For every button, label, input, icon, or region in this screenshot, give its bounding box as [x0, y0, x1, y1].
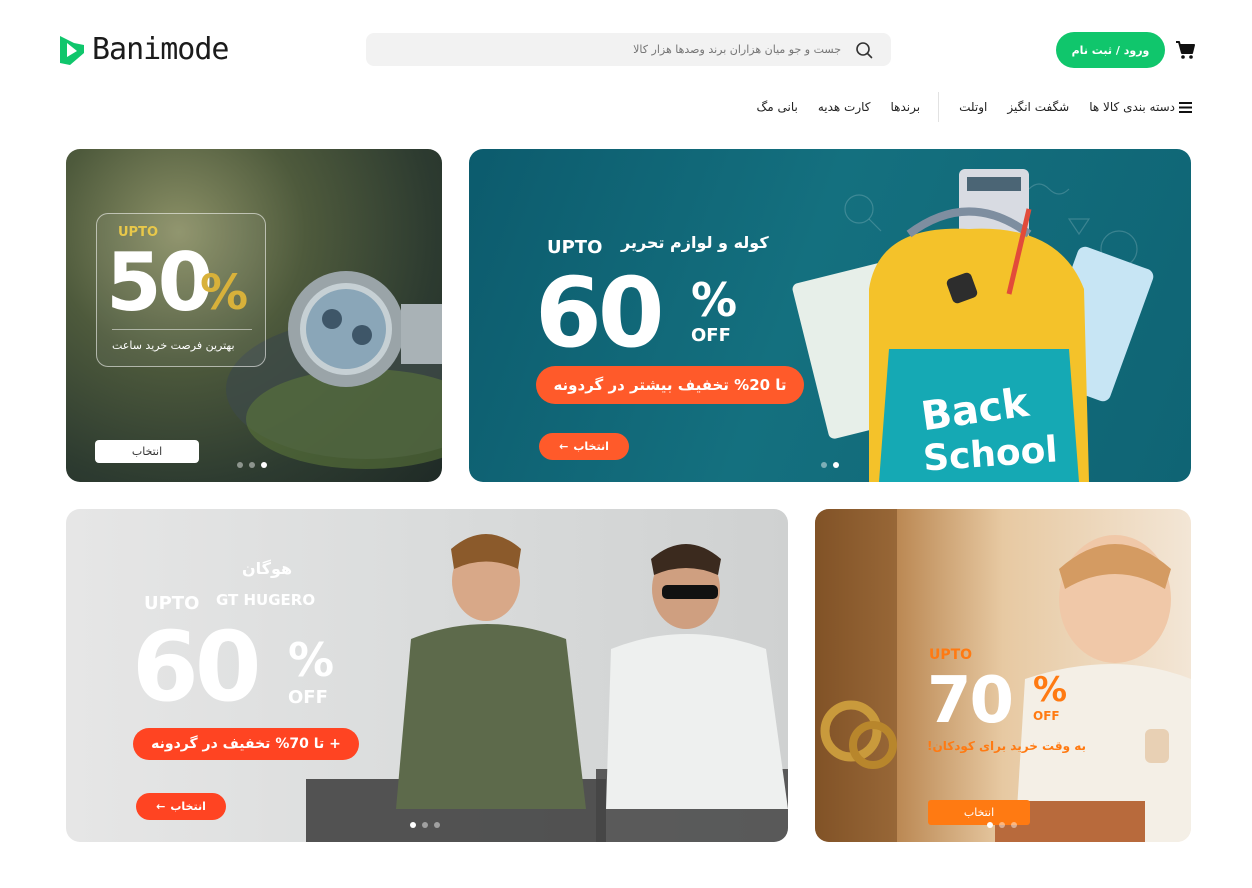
- banimode-logo[interactable]: Banimode: [56, 32, 229, 67]
- nav-item-label: بانی مگ: [756, 100, 798, 114]
- brand-logo-2: GT HUGERO: [216, 591, 316, 609]
- nav-item-label: شگفت انگیز: [1007, 100, 1070, 114]
- carousel-dot[interactable]: [249, 462, 255, 468]
- carousel-dot[interactable]: [237, 462, 243, 468]
- brand-logo-1: هوگان: [242, 559, 293, 578]
- percent-sign: %: [691, 273, 738, 327]
- select-button[interactable]: انتخاب: [95, 440, 199, 463]
- banner-subtitle: به وقت خرید برای کودکان!: [927, 739, 1087, 753]
- discount-amount: 70: [927, 664, 1014, 738]
- banner-kids[interactable]: UPTO 70 % OFF به وقت خرید برای کودکان! ا…: [815, 509, 1191, 842]
- carousel-dot[interactable]: [434, 822, 440, 828]
- carousel-dots: [821, 462, 839, 468]
- nav-item-label: برندها: [890, 100, 921, 114]
- banner-headline: کوله و لوازم تحریر: [621, 233, 769, 252]
- carousel-dot[interactable]: [1011, 822, 1017, 828]
- off-label: OFF: [1033, 709, 1060, 723]
- carousel-dots: [237, 462, 267, 468]
- carousel-dot[interactable]: [821, 462, 827, 468]
- nav-item-brands[interactable]: برندها: [881, 100, 935, 114]
- percent-sign: %: [1033, 670, 1068, 710]
- upto-label: UPTO: [929, 647, 973, 663]
- arrow-left-icon: ←: [156, 800, 166, 813]
- nav-divider: [938, 92, 940, 122]
- carousel-dot-active[interactable]: [261, 462, 267, 468]
- nav-item-label: کارت هدیه: [817, 100, 871, 114]
- login-register-button[interactable]: ورود / ثبت نام: [1056, 32, 1165, 68]
- discount-amount: 60: [132, 611, 262, 723]
- cta-label: انتخاب: [170, 800, 206, 813]
- nav-item-outlet[interactable]: اوتلت: [943, 100, 997, 114]
- percent-sign: %: [200, 265, 249, 321]
- off-label: OFF: [691, 325, 731, 346]
- menu-icon: [1179, 101, 1192, 113]
- logo-text: Banimode: [92, 32, 229, 67]
- main-nav: دسته بندی کالا ها شگفت انگیز اوتلت برنده…: [747, 92, 1203, 122]
- banner-subtitle: بهترین فرصت خرید ساعت: [112, 339, 235, 352]
- cta-label: انتخاب: [573, 440, 609, 453]
- off-label: OFF: [288, 687, 328, 708]
- search-input[interactable]: [441, 43, 841, 56]
- select-button[interactable]: انتخاب ←: [539, 433, 629, 460]
- select-button[interactable]: انتخاب ←: [136, 793, 226, 820]
- nav-item-gift-card[interactable]: کارت هدیه: [808, 100, 881, 114]
- carousel-dots: [987, 822, 1017, 828]
- carousel-dot-active[interactable]: [987, 822, 993, 828]
- extra-discount-pill: + تا 70% تخفیف در گردونه: [133, 728, 359, 760]
- carousel-dot-active[interactable]: [410, 822, 416, 828]
- discount-amount: 60: [535, 257, 665, 369]
- banner-fashion[interactable]: هوگان GT HUGERO UPTO 60 % OFF + تا 70% ت…: [66, 509, 788, 842]
- carousel-dot[interactable]: [422, 822, 428, 828]
- cta-label: انتخاب: [131, 445, 163, 458]
- cart-icon[interactable]: [1174, 39, 1196, 61]
- carousel-dots: [410, 822, 440, 828]
- percent-sign: %: [288, 633, 335, 687]
- nav-item-label: اوتلت: [959, 100, 988, 114]
- nav-item-bani-mag[interactable]: بانی مگ: [747, 100, 808, 114]
- nav-item-label: دسته بندی کالا ها: [1089, 100, 1175, 114]
- arrow-left-icon: ←: [559, 440, 569, 453]
- banner-watch[interactable]: UPTO 50 % بهترین فرصت خرید ساعت انتخاب: [66, 149, 442, 482]
- carousel-dot-active[interactable]: [833, 462, 839, 468]
- upto-label: UPTO: [547, 237, 603, 258]
- logo-mark-icon: [60, 35, 84, 65]
- banner-back-to-school[interactable]: Back School کوله و لوازم تحریر UPTO 60 %…: [469, 149, 1191, 482]
- carousel-dot[interactable]: [999, 822, 1005, 828]
- divider-line: [112, 329, 252, 330]
- extra-discount-pill: تا 20% تخفیف بیشتر در گردونه: [536, 366, 804, 404]
- cta-label: انتخاب: [963, 806, 995, 819]
- nav-item-amazing[interactable]: شگفت انگیز: [997, 100, 1079, 114]
- site-header: Banimode ورود / ثبت نام دسته بندی کالا ه…: [0, 0, 1252, 130]
- search-bar[interactable]: [366, 33, 891, 66]
- nav-item-categories[interactable]: دسته بندی کالا ها: [1079, 100, 1202, 114]
- discount-amount: 50: [106, 236, 213, 329]
- search-icon[interactable]: [855, 41, 873, 59]
